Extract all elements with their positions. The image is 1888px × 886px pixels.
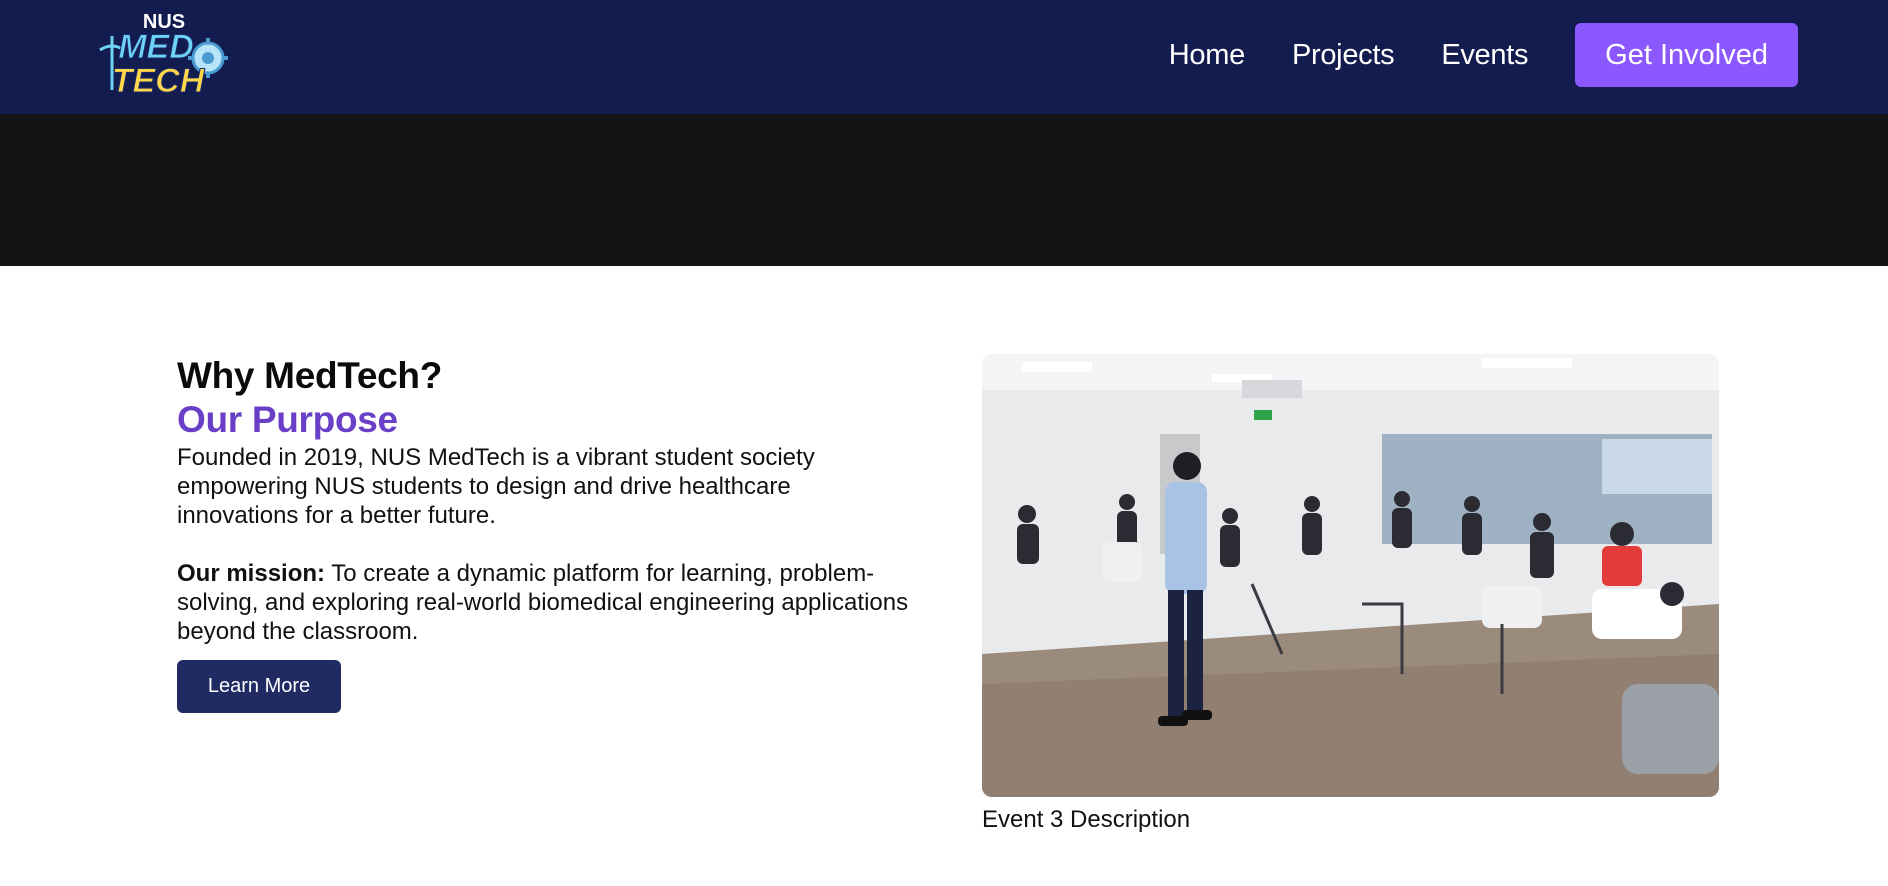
hero-banner (0, 114, 1888, 266)
about-section: Why MedTech? Our Purpose Founded in 2019… (177, 355, 917, 713)
learn-more-button[interactable]: Learn More (177, 660, 341, 713)
mission-label: Our mission: (177, 560, 326, 587)
section-heading: Why MedTech? (177, 355, 442, 396)
section-subheading: Our Purpose (177, 399, 398, 440)
top-navbar: NUS MED TECH Home Projects Events Get In… (0, 0, 1888, 114)
nus-medtech-logo[interactable]: NUS MED TECH (96, 6, 232, 104)
intro-paragraph: Founded in 2019, NUS MedTech is a vibran… (177, 444, 815, 529)
get-involved-button[interactable]: Get Involved (1575, 23, 1798, 87)
event-caption: Event 3 Description (982, 806, 1191, 833)
nav-links: Home Projects Events Get Involved (1169, 23, 1798, 87)
event-photo (982, 354, 1719, 797)
nav-link-events[interactable]: Events (1441, 39, 1528, 72)
mission-paragraph: Our mission: To create a dynamic platfor… (177, 559, 917, 646)
event-card: Event 3 Description (982, 354, 1719, 834)
logo-graphic: NUS MED TECH (99, 11, 228, 101)
svg-text:MED: MED (118, 28, 194, 66)
nav-link-home[interactable]: Home (1169, 39, 1245, 72)
svg-text:TECH: TECH (112, 62, 206, 100)
nav-link-projects[interactable]: Projects (1292, 39, 1395, 72)
